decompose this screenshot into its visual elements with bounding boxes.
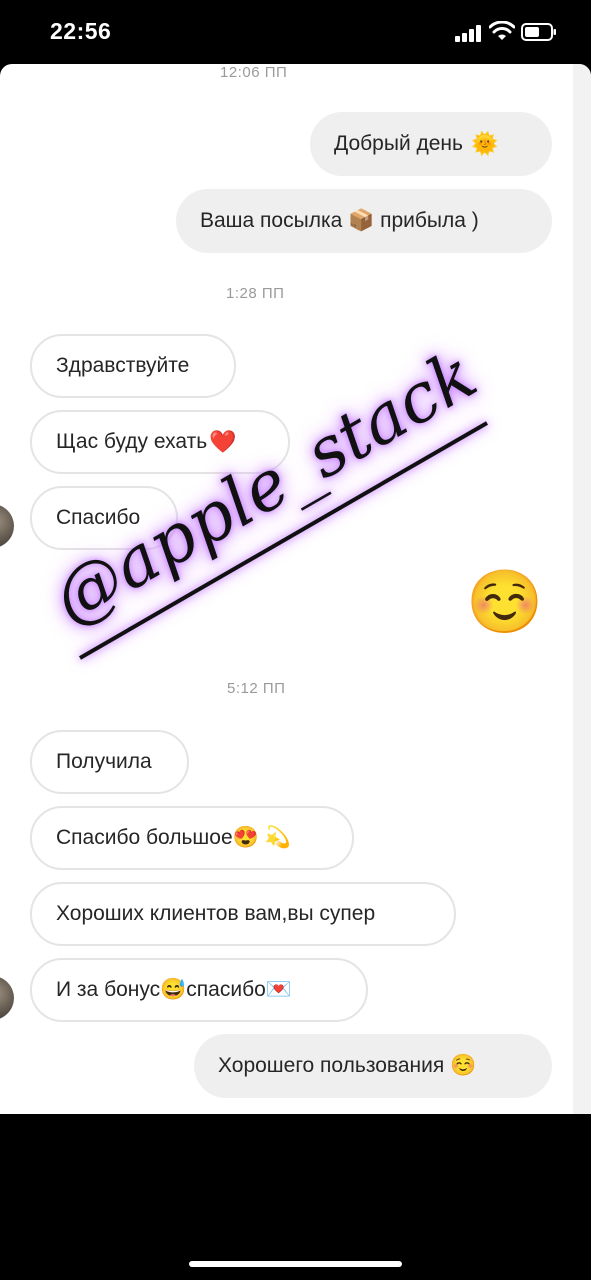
chat-thread[interactable]: 12:06 ПП Добрый день 🌞 Ваша посылка 📦 пр… bbox=[0, 64, 591, 1114]
message-text: Спасибо большое😍 💫 bbox=[56, 826, 291, 849]
message-text: И за бонус😅спасибо💌 bbox=[56, 978, 292, 1001]
battery-icon bbox=[521, 23, 556, 41]
heart-emoji: ❤️ bbox=[209, 429, 237, 454]
cellular-signal-icon bbox=[455, 24, 485, 42]
message-text: Хороших клиентов вам,вы супер bbox=[56, 902, 376, 925]
incoming-message[interactable]: Здравствуйте bbox=[30, 334, 236, 398]
status-bar: 22:56 bbox=[0, 0, 591, 64]
home-indicator[interactable] bbox=[189, 1261, 402, 1267]
message-text: Хорошего пользования ☺️ bbox=[218, 1054, 477, 1077]
timestamp: 5:12 ПП bbox=[227, 680, 286, 697]
status-time: 22:56 bbox=[50, 18, 112, 44]
message-text: Щас буду ехать bbox=[56, 430, 208, 453]
timestamp: 12:06 ПП bbox=[220, 64, 288, 81]
outgoing-message[interactable]: Хорошего пользования ☺️ bbox=[194, 1034, 552, 1098]
reaction-emoji[interactable]: ☺️ bbox=[466, 572, 543, 634]
outgoing-message[interactable]: Ваша посылка 📦 прибыла ) bbox=[176, 189, 552, 253]
sender-avatar[interactable] bbox=[0, 504, 14, 548]
incoming-message[interactable]: Спасибо bbox=[30, 486, 178, 550]
incoming-message[interactable]: Спасибо большое😍 💫 bbox=[30, 806, 354, 870]
timestamp: 1:28 ПП bbox=[226, 285, 285, 302]
incoming-message[interactable]: Хороших клиентов вам,вы супер bbox=[30, 882, 456, 946]
scroll-edge bbox=[573, 64, 591, 1114]
wifi-icon bbox=[489, 21, 515, 40]
message-text: Получила bbox=[56, 750, 152, 773]
sun-emoji: 🌞 bbox=[470, 131, 499, 156]
incoming-message[interactable]: И за бонус😅спасибо💌 bbox=[30, 958, 368, 1022]
message-text: Ваша посылка 📦 прибыла ) bbox=[200, 209, 479, 232]
incoming-message[interactable]: Щас буду ехать ❤️ bbox=[30, 410, 290, 474]
sender-avatar[interactable] bbox=[0, 976, 14, 1020]
outgoing-message[interactable]: Добрый день 🌞 bbox=[310, 112, 552, 176]
incoming-message[interactable]: Получила bbox=[30, 730, 189, 794]
message-text: Добрый день bbox=[334, 132, 463, 155]
message-text: Здравствуйте bbox=[56, 354, 190, 377]
message-text: Спасибо bbox=[56, 506, 141, 529]
